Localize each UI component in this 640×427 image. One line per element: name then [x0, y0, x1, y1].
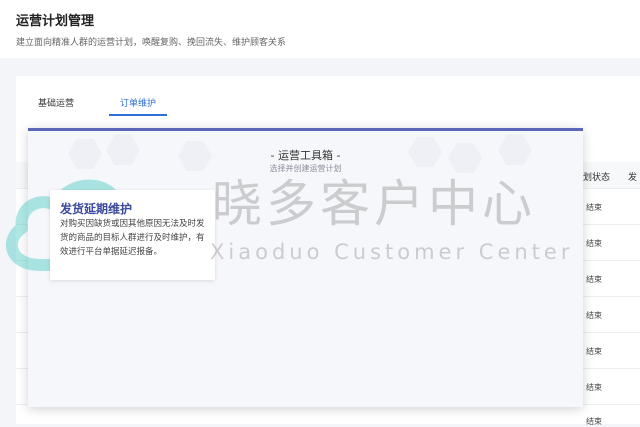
page-title: 运营计划管理 — [16, 14, 95, 29]
table-cell-status: 结束 — [586, 239, 602, 248]
column-header-send: 发 — [628, 173, 638, 183]
column-header-status: 划状态 — [583, 173, 611, 183]
watermark-text-cn: 晓多客户中心 — [212, 175, 536, 233]
modal-title: - 运营工具箱 - — [270, 149, 341, 162]
table-cell-status: 结束 — [586, 311, 602, 320]
watermark-text-en: Xiaoduo Customer Center — [210, 240, 574, 264]
table-cell-status: 结束 — [586, 383, 602, 392]
table-cell-status: 结束 — [586, 203, 602, 212]
table-cell-status: 结束 — [586, 347, 602, 356]
active-tab-indicator — [109, 114, 167, 116]
tab-bar: 基础运营 订单维护 — [16, 76, 640, 118]
table-cell-status: 结束 — [586, 417, 602, 426]
tool-card-description: 对购买因缺货或因其他原因无法及时发货的商品的目标人群进行及时维护，有效进行平台单… — [60, 219, 205, 257]
tab-basic-operation[interactable]: 基础运营 — [38, 96, 74, 109]
page-header: 运营计划管理 建立面向精准人群的运营计划，唤醒复购、挽回流失、维护顾客关系 — [0, 0, 640, 58]
table-cell-status: 结束 — [586, 275, 602, 284]
tool-card-title: 发货延期维护 — [60, 202, 133, 216]
tab-order-maintenance[interactable]: 订单维护 — [120, 96, 156, 109]
tool-card-shipping-delay[interactable]: 发货延期维护 对购买因缺货或因其他原因无法及时发货的商品的目标人群进行及时维护，… — [50, 190, 215, 280]
page-subtitle: 建立面向精准人群的运营计划，唤醒复购、挽回流失、维护顾客关系 — [16, 38, 287, 48]
